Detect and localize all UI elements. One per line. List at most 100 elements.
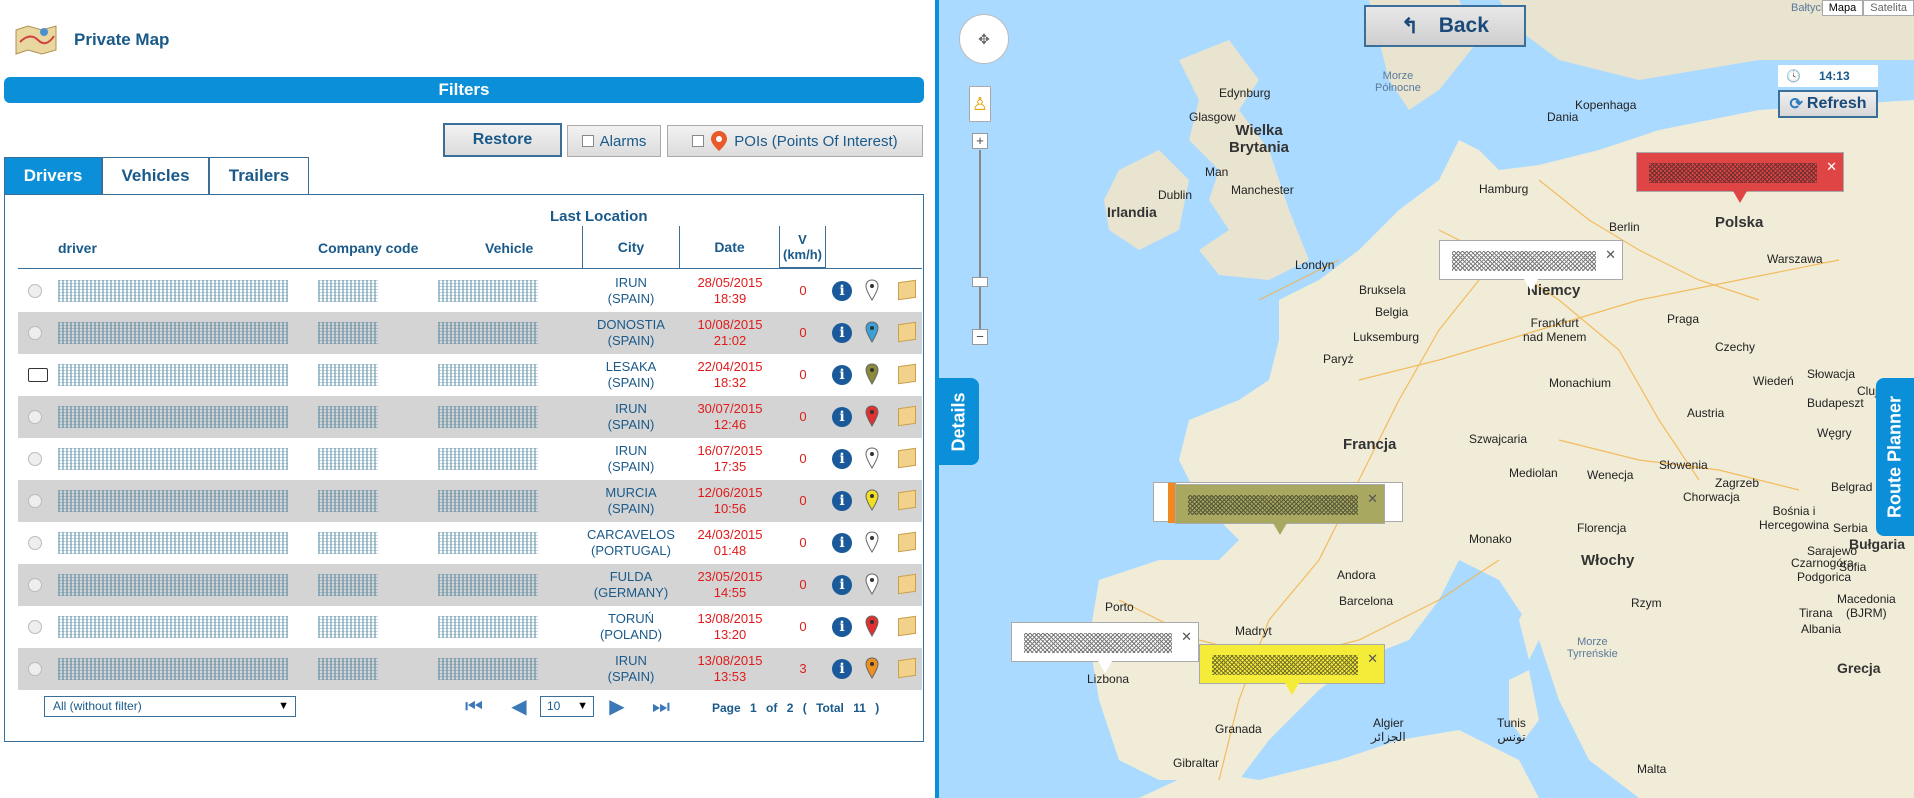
map-terrain <box>1089 0 1914 798</box>
first-page-icon[interactable]: ⏮ <box>461 697 487 717</box>
map-label: Madryt <box>1235 624 1272 638</box>
close-icon[interactable]: ✕ <box>1367 491 1378 507</box>
map-pin-icon[interactable] <box>865 321 879 343</box>
speed-cell: 0 <box>799 409 807 424</box>
locate-on-map-icon[interactable] <box>898 321 916 343</box>
map-label: Lizbona <box>1087 672 1130 686</box>
close-icon[interactable]: ✕ <box>1367 651 1378 667</box>
locate-on-map-icon[interactable] <box>898 489 916 511</box>
table-row[interactable]: MURCIA (SPAIN) 12/06/2015 10:56 0 i <box>18 480 922 522</box>
locate-on-map-icon[interactable] <box>898 615 916 637</box>
restore-button[interactable]: Restore <box>443 123 562 157</box>
tab-trailers[interactable]: Trailers <box>209 157 309 194</box>
locate-on-map-icon[interactable] <box>898 447 916 469</box>
city-cell: CARCAVELOS (PORTUGAL) <box>587 527 675 558</box>
company-code-redacted <box>318 448 378 470</box>
map-pin-icon[interactable] <box>865 363 879 385</box>
marker-bubble[interactable]: ✕ <box>1439 240 1623 291</box>
col-city[interactable]: City <box>582 226 680 268</box>
table-row[interactable]: FULDA (GERMANY) 23/05/2015 14:55 0 i <box>18 564 922 606</box>
alarms-filter[interactable]: Alarms <box>567 125 661 157</box>
last-page-icon[interactable]: ⏭ <box>648 697 674 717</box>
marker-bubble[interactable]: ✕ <box>1175 484 1385 535</box>
map-label: Porto <box>1105 600 1134 614</box>
locate-on-map-icon[interactable] <box>898 573 916 595</box>
company-code-redacted <box>318 574 378 596</box>
col-vehicle[interactable]: Vehicle <box>485 228 565 268</box>
tab-drivers[interactable]: Drivers <box>4 157 102 194</box>
page-label: Page 1 <box>712 701 757 715</box>
map-view[interactable]: Morze Północne Edynburg Glasgow Wielka Bry… <box>939 0 1914 798</box>
zoom-slider-thumb[interactable] <box>972 277 988 287</box>
map-pin-icon[interactable] <box>865 447 879 469</box>
map-pin-icon[interactable] <box>865 657 879 679</box>
vehicle-redacted <box>438 448 538 470</box>
info-icon[interactable]: i <box>832 575 852 595</box>
map-pin-icon[interactable] <box>865 279 879 301</box>
map-pin-icon[interactable] <box>865 615 879 637</box>
map-label: Austria <box>1687 406 1725 420</box>
locate-on-map-icon[interactable] <box>898 405 916 427</box>
pois-filter[interactable]: POIs (Points Of Interest) <box>667 125 923 157</box>
map-type-satellite[interactable]: Satelita <box>1863 0 1914 16</box>
col-company-code[interactable]: Company code <box>318 228 438 268</box>
map-pin-icon[interactable] <box>865 573 879 595</box>
col-driver[interactable]: driver <box>58 228 258 268</box>
map-pin-icon[interactable] <box>865 531 879 553</box>
info-icon[interactable]: i <box>832 617 852 637</box>
driver-filter-select[interactable]: All (without filter) ▼ <box>44 696 296 717</box>
info-icon[interactable]: i <box>832 533 852 553</box>
close-icon[interactable]: ✕ <box>1605 247 1616 263</box>
info-icon[interactable]: i <box>832 449 852 469</box>
table-row[interactable]: TORUŃ (POLAND) 13/08/2015 13:20 0 i <box>18 606 922 648</box>
marker-bubble[interactable]: ✕ <box>1199 644 1385 695</box>
table-row[interactable]: IRUN (SPAIN) 30/07/2015 12:46 0 i <box>18 396 922 438</box>
col-date[interactable]: Date <box>680 226 780 268</box>
info-icon[interactable]: i <box>832 659 852 679</box>
info-icon[interactable]: i <box>832 365 852 385</box>
marker-bubble[interactable]: ✕ <box>1636 152 1844 203</box>
map-label: Frankfurt nad Menem <box>1523 316 1587 344</box>
zoom-out-button[interactable]: − <box>972 329 988 345</box>
table-row[interactable]: IRUN (SPAIN) 16/07/2015 17:35 0 i <box>18 438 922 480</box>
pois-checkbox[interactable] <box>692 135 705 147</box>
back-button[interactable]: ↰ Back <box>1364 5 1526 47</box>
page-size-select[interactable]: 10 ▼ <box>540 696 594 717</box>
next-page-icon[interactable]: ▶ <box>604 697 630 717</box>
details-tab[interactable]: Details <box>939 378 979 465</box>
tab-vehicles[interactable]: Vehicles <box>102 157 209 194</box>
info-icon[interactable]: i <box>832 491 852 511</box>
table-row[interactable]: IRUN (SPAIN) 13/08/2015 13:53 3 i <box>18 648 922 690</box>
col-speed[interactable]: V (km/h) <box>780 226 826 268</box>
info-icon[interactable]: i <box>832 323 852 343</box>
close-icon[interactable]: ✕ <box>1181 629 1192 645</box>
locate-on-map-icon[interactable] <box>898 363 916 385</box>
locate-on-map-icon[interactable] <box>898 657 916 679</box>
map-label: Londyn <box>1295 258 1335 272</box>
marker-bubble[interactable]: ✕ <box>1011 622 1199 673</box>
pan-control[interactable]: ✥ <box>959 14 1009 64</box>
street-view-pegman-icon[interactable]: ♙ <box>969 86 991 122</box>
table-row[interactable]: CARCAVELOS (PORTUGAL) 24/03/2015 01:48 0 i <box>18 522 922 564</box>
map-pin-icon[interactable] <box>865 489 879 511</box>
locate-on-map-icon[interactable] <box>898 279 916 301</box>
close-icon[interactable]: ✕ <box>1826 159 1837 175</box>
map-label: Praga <box>1667 312 1700 326</box>
refresh-button[interactable]: ⟳ Refresh <box>1778 90 1878 118</box>
route-planner-tab[interactable]: Route Planner <box>1876 378 1914 536</box>
map-type-map[interactable]: Mapa <box>1821 0 1864 16</box>
info-icon[interactable]: i <box>832 407 852 427</box>
map-label: Andora <box>1337 568 1376 582</box>
info-icon[interactable]: i <box>832 281 852 301</box>
previous-page-icon[interactable]: ◀ <box>506 697 532 717</box>
table-row[interactable]: DONOSTIA (SPAIN) 10/08/2015 21:02 0 i <box>18 312 922 354</box>
table-row[interactable]: IRUN (SPAIN) 28/05/2015 18:39 0 i <box>18 270 922 312</box>
zoom-slider-track[interactable] <box>979 150 981 330</box>
zoom-in-button[interactable]: + <box>972 133 988 149</box>
alarms-checkbox[interactable] <box>581 135 594 147</box>
map-pin-icon[interactable] <box>865 405 879 427</box>
filters-bar[interactable]: Filters <box>4 77 924 103</box>
table-row[interactable]: LESAKA (SPAIN) 22/04/2015 18:32 0 i <box>18 354 922 396</box>
locate-on-map-icon[interactable] <box>898 531 916 553</box>
map-logo-icon <box>15 25 57 55</box>
